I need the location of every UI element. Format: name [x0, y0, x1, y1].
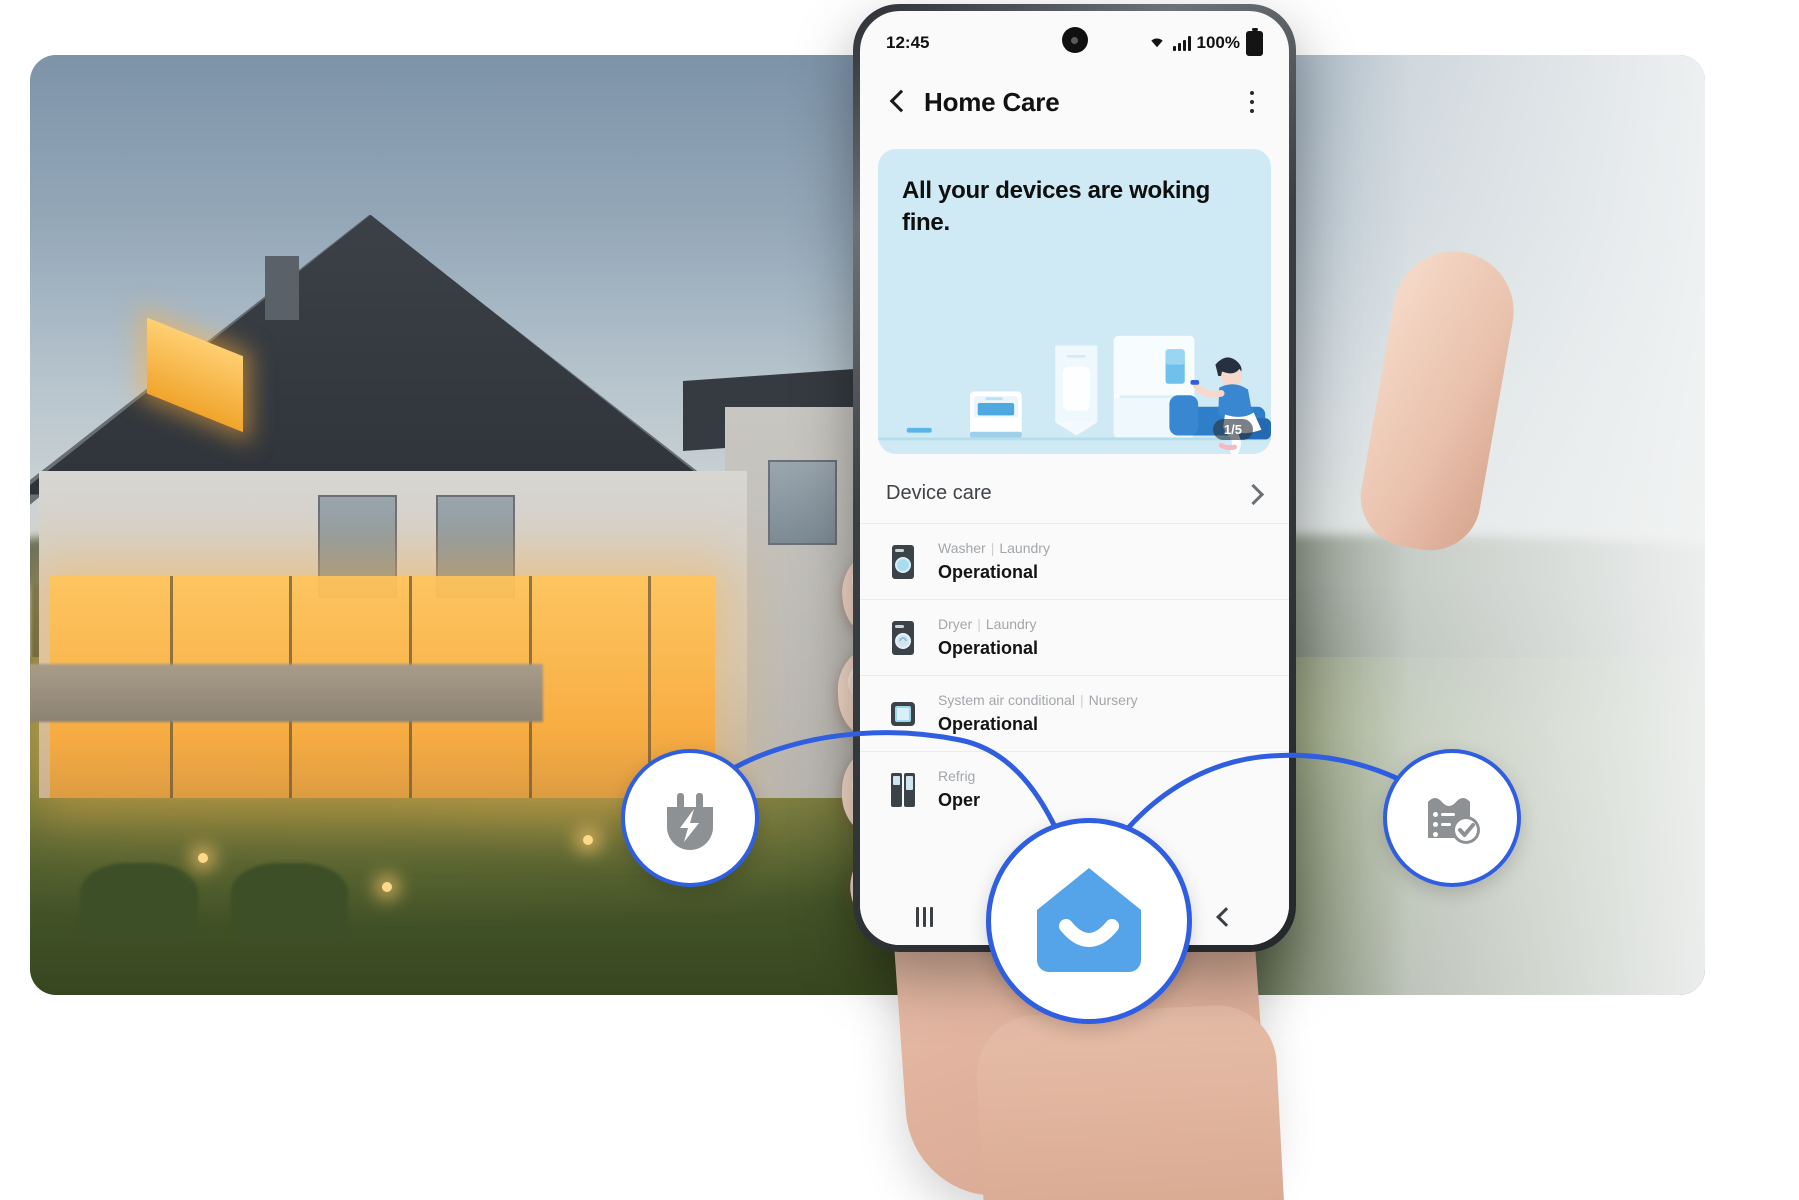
device-care-section: Device care Washer | Laundry Operational…: [860, 454, 1289, 827]
nav-back-icon[interactable]: [1213, 907, 1233, 927]
chevron-right-icon[interactable]: [1243, 484, 1263, 504]
hedge-2: [231, 863, 349, 939]
page-title: Home Care: [924, 86, 1060, 117]
device-status: Operational: [938, 562, 1039, 582]
wrist: [973, 1002, 1287, 1200]
status-bar-time: 12:45: [886, 33, 930, 52]
washer-icon: [886, 543, 920, 581]
smartphone: 12:45 100% Home Care All your devices ar…: [853, 4, 1296, 952]
device-row-meta: Dryer | Laundry: [938, 616, 1038, 632]
battery-percent-label: 100%: [1196, 33, 1240, 52]
device-status: Oper: [938, 790, 981, 810]
wifi-icon: [1147, 33, 1167, 54]
house-roof: [30, 214, 724, 495]
meta-separator: |: [990, 540, 995, 556]
device-status: Operational: [938, 638, 1039, 658]
device-row-meta: System air conditional | Nursery: [938, 692, 1138, 708]
device-row-refrigerator[interactable]: Refrig Oper: [860, 751, 1289, 827]
phone-screen: 12:45 100% Home Care All your devices ar…: [860, 11, 1289, 945]
home-appliances-illustration: [878, 335, 1271, 454]
power-plug-bolt-icon: [667, 793, 713, 850]
screenshot-root: 12:45 100% Home Care All your devices ar…: [0, 0, 1799, 1200]
device-row-dryer[interactable]: Dryer | Laundry Operational: [860, 599, 1289, 675]
meta-separator: [975, 768, 985, 784]
battery-full-icon: [1246, 30, 1263, 56]
device-care-title: Device care: [886, 482, 992, 504]
device-row-text: Washer | Laundry Operational: [938, 540, 1050, 583]
device-row-air-conditioner[interactable]: System air conditional | Nursery Operation…: [860, 675, 1289, 751]
laundry-check-icon: [1428, 798, 1480, 844]
patio-deck: [30, 663, 544, 722]
front-camera-punch-hole: [1061, 27, 1088, 53]
meta-separator: |: [977, 616, 981, 632]
laundry-complete-badge[interactable]: [1383, 749, 1521, 887]
smartthings-home-icon: [1037, 868, 1141, 972]
device-location: Laundry: [985, 616, 1037, 632]
device-name: Refrig: [938, 768, 976, 784]
ground-light-1: [197, 853, 208, 864]
cellular-signal-icon: [1172, 35, 1191, 51]
device-row-text: Dryer | Laundry Operational: [938, 616, 1038, 659]
ground-light-3: [582, 834, 593, 845]
device-name: Dryer: [938, 616, 973, 632]
device-row-text: System air conditional | Nursery Operation…: [938, 692, 1138, 735]
air-conditioner-icon: [886, 695, 920, 733]
refrigerator-icon: [886, 771, 920, 809]
energy-badge[interactable]: [621, 749, 759, 887]
meta-separator: |: [1079, 692, 1084, 708]
smartthings-badge[interactable]: [986, 818, 1192, 1024]
device-row-meta: Washer | Laundry: [938, 540, 1050, 556]
more-vertical-icon[interactable]: [1239, 91, 1265, 113]
hedge-1: [80, 863, 198, 939]
device-care-header[interactable]: Device care: [860, 454, 1289, 523]
carousel-page-indicator: 1/5: [1212, 419, 1253, 440]
chimney: [264, 255, 299, 320]
ground-light-2: [381, 881, 392, 892]
device-name: System air conditional: [938, 692, 1075, 708]
hero-card-title: All your devices are woking fine.: [902, 177, 1211, 236]
chevron-left-icon[interactable]: [884, 89, 910, 115]
status-bar-indicators: 100%: [1147, 30, 1263, 56]
recents-icon[interactable]: [916, 907, 933, 927]
app-bar: Home Care: [860, 65, 1289, 139]
device-location: Nursery: [1088, 692, 1138, 708]
status-bar: 12:45 100%: [860, 11, 1289, 65]
dryer-icon: [886, 619, 920, 657]
device-location: Laundry: [999, 540, 1050, 556]
device-name: Washer: [938, 540, 986, 556]
device-row-meta: Refrig: [938, 768, 985, 784]
status-hero-card[interactable]: All your devices are woking fine. 1/5: [878, 149, 1271, 454]
window-side: [768, 459, 837, 546]
device-row-text: Refrig Oper: [938, 768, 985, 811]
device-row-washer[interactable]: Washer | Laundry Operational: [860, 523, 1289, 599]
device-status: Operational: [938, 714, 1039, 734]
